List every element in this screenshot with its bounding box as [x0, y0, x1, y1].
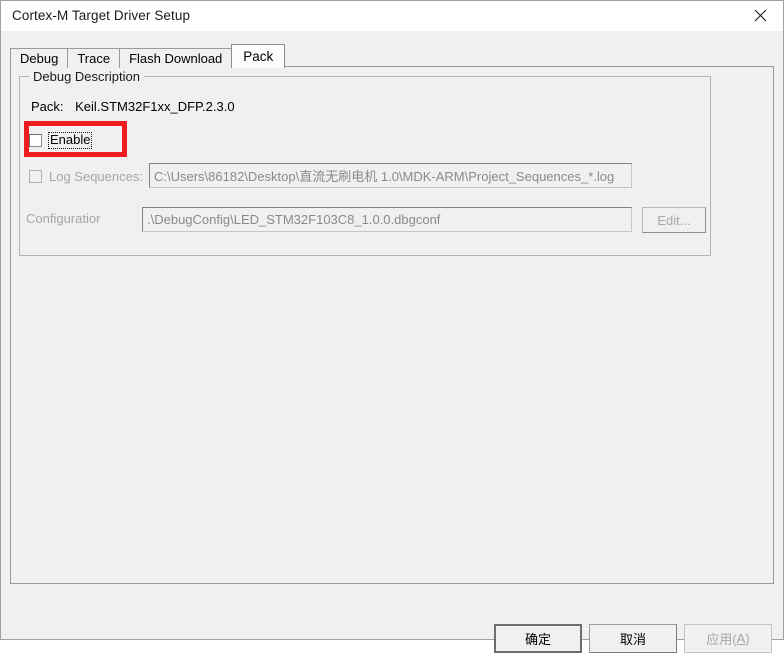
dialog-client-area: Debug Trace Flash Download Pack Debug De…	[1, 31, 783, 653]
close-icon[interactable]	[737, 1, 783, 30]
log-sequences-path-input: C:\Users\86182\Desktop\直流无刷电机 1.0\MDK-AR…	[149, 163, 632, 188]
tab-pack[interactable]: Pack	[231, 44, 286, 68]
tab-panel-pack: Debug Description Pack: Keil.STM32F1xx_D…	[10, 66, 774, 584]
title-bar: Cortex-M Target Driver Setup	[1, 1, 783, 32]
configuration-path-input: .\DebugConfig\LED_STM32F103C8_1.0.0.dbgc…	[142, 207, 632, 232]
cortex-m-target-driver-setup-dialog: Cortex-M Target Driver Setup Debug Trace…	[0, 0, 784, 653]
apply-button: 应用(A)	[684, 624, 772, 653]
pack-value: Keil.STM32F1xx_DFP.2.3.0	[75, 99, 235, 114]
apply-label-prefix: 应用(	[706, 632, 737, 647]
log-sequences-checkbox	[29, 169, 42, 183]
enable-label[interactable]: Enable	[48, 131, 93, 149]
tab-flash-download[interactable]: Flash Download	[119, 48, 233, 68]
tab-strip: Debug Trace Flash Download Pack	[10, 44, 286, 68]
debug-description-group: Debug Description Pack: Keil.STM32F1xx_D…	[19, 69, 711, 256]
window-title: Cortex-M Target Driver Setup	[12, 8, 191, 23]
tab-trace[interactable]: Trace	[67, 48, 121, 68]
tab-debug[interactable]: Debug	[10, 48, 69, 68]
cancel-button[interactable]: 取消	[589, 624, 677, 653]
edit-configuration-button: Edit...	[642, 207, 706, 233]
pack-row: Pack: Keil.STM32F1xx_DFP.2.3.0	[31, 99, 235, 114]
group-legend: Debug Description	[29, 69, 144, 84]
enable-checkbox[interactable]	[29, 133, 42, 147]
configuration-label: Configuratior	[26, 211, 101, 226]
log-sequences-label: Log Sequences:	[49, 168, 143, 184]
apply-label-accel: A	[736, 631, 746, 646]
enable-checkbox-row[interactable]: Enable	[29, 130, 93, 150]
apply-label-suffix: )	[745, 631, 750, 646]
log-sequences-checkbox-row: Log Sequences:	[29, 165, 143, 187]
pack-label: Pack:	[31, 99, 64, 114]
ok-button[interactable]: 确定	[494, 624, 582, 653]
